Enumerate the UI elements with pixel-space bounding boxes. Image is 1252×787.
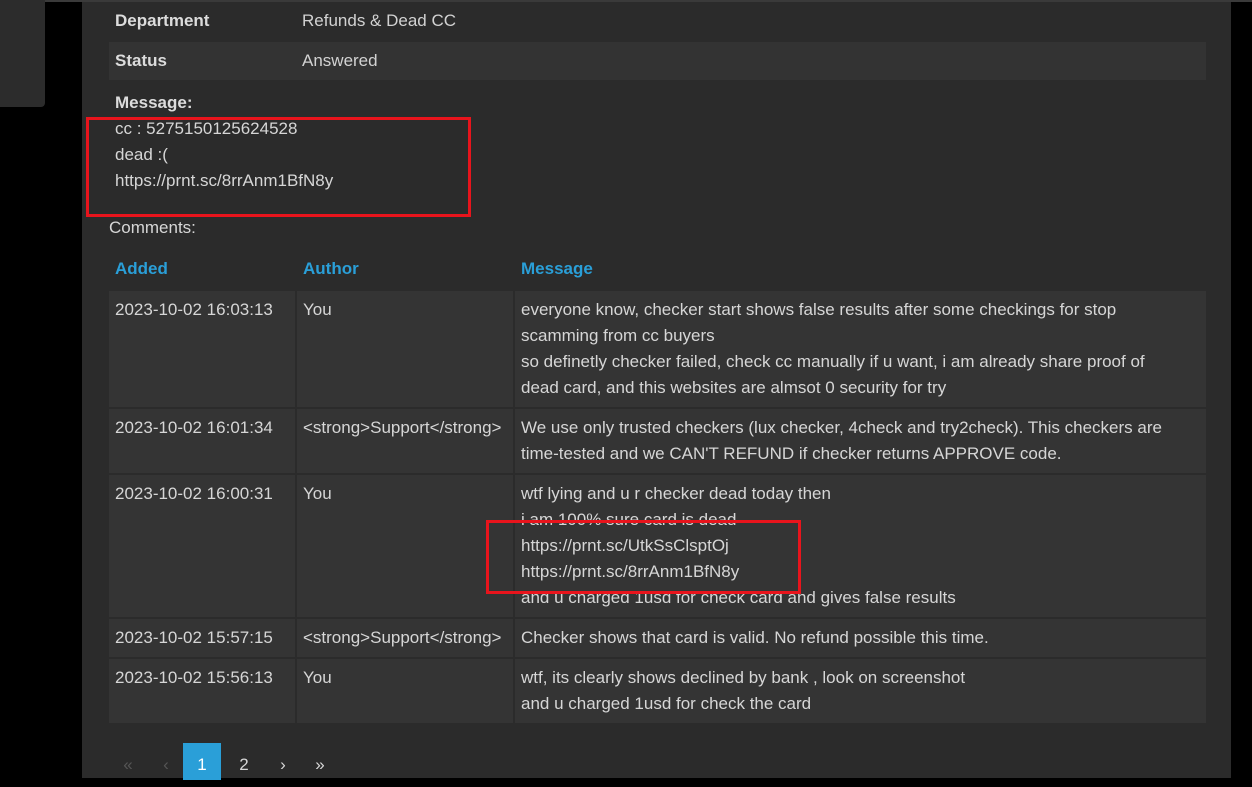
header-author[interactable]: Author (303, 250, 359, 288)
message-line: and u charged 1usd for check the card (521, 694, 812, 713)
status-value: Answered (302, 51, 378, 70)
message-line: wtf lying and u r checker dead today the… (521, 484, 831, 503)
cell-author: You (297, 291, 513, 407)
cell-message: wtf, its clearly shows declined by bank … (515, 659, 1206, 723)
message-line: Checker shows that card is valid. No ref… (521, 628, 989, 647)
table-row: 2023-10-02 16:00:31 You wtf lying and u … (109, 475, 1206, 617)
cell-added: 2023-10-02 15:57:15 (109, 619, 295, 657)
cell-author: You (297, 659, 513, 723)
cell-added: 2023-10-02 15:56:13 (109, 659, 295, 723)
last-page-button[interactable]: » (301, 743, 339, 780)
table-row: 2023-10-02 15:56:13 You wtf, its clearly… (109, 659, 1206, 723)
ticket-message: Message: cc : 5275150125624528 dead :( h… (115, 90, 333, 194)
header-added[interactable]: Added (115, 250, 168, 288)
page-2-button[interactable]: 2 (225, 743, 263, 780)
cell-added: 2023-10-02 16:01:34 (109, 409, 295, 473)
prev-page-button[interactable]: ‹ (147, 743, 185, 780)
comments-table-header: Added Author Message (109, 250, 1206, 288)
department-label: Department (115, 11, 210, 30)
message-line: cc : 5275150125624528 (115, 119, 298, 138)
cell-message: everyone know, checker start shows false… (515, 291, 1206, 407)
department-row: Department Refunds & Dead CC (109, 2, 1206, 40)
page-1-button[interactable]: 1 (183, 743, 221, 780)
message-line: dead card, and this websites are almsot … (521, 378, 947, 397)
message-line: time-tested and we CAN'T REFUND if check… (521, 444, 1062, 463)
status-row: Status Answered (109, 42, 1206, 80)
cell-added: 2023-10-02 16:00:31 (109, 475, 295, 617)
department-value: Refunds & Dead CC (302, 11, 457, 30)
message-line: and u charged 1usd for check card and gi… (521, 588, 956, 607)
message-line: dead :( (115, 145, 168, 164)
cell-message: We use only trusted checkers (lux checke… (515, 409, 1206, 473)
header-message[interactable]: Message (521, 250, 593, 288)
message-line: everyone know, checker start shows false… (521, 300, 1117, 319)
next-page-button[interactable]: › (264, 743, 302, 780)
cell-added: 2023-10-02 16:03:13 (109, 291, 295, 407)
message-label: Message: (115, 93, 193, 112)
cell-message: Checker shows that card is valid. No ref… (515, 619, 1206, 657)
first-page-button[interactable]: « (109, 743, 147, 780)
comments-label: Comments: (109, 218, 196, 237)
cell-message: wtf lying and u r checker dead today the… (515, 475, 1206, 617)
cell-author: <strong>Support</strong> (297, 409, 513, 473)
cell-author: You (297, 475, 513, 617)
status-label: Status (115, 51, 167, 70)
message-line: https://prnt.sc/8rrAnm1BfN8y (521, 562, 740, 581)
message-line: https://prnt.sc/8rrAnm1BfN8y (115, 171, 334, 190)
table-row: 2023-10-02 16:03:13 You everyone know, c… (109, 291, 1206, 407)
message-line: scamming from cc buyers (521, 326, 715, 345)
message-line: We use only trusted checkers (lux checke… (521, 418, 1162, 437)
ticket-panel: Department Refunds & Dead CC Status Answ… (82, 2, 1231, 780)
cell-author: <strong>Support</strong> (297, 619, 513, 657)
table-row: 2023-10-02 16:01:34 <strong>Support</str… (109, 409, 1206, 473)
side-panel (0, 0, 45, 107)
table-row: 2023-10-02 15:57:15 <strong>Support</str… (109, 619, 1206, 657)
message-line: so definetly checker failed, check cc ma… (521, 352, 1145, 371)
message-line: i am 100% sure card is dead (521, 510, 737, 529)
message-line: https://prnt.sc/UtkSsClsptOj (521, 536, 729, 555)
message-line: wtf, its clearly shows declined by bank … (521, 668, 966, 687)
